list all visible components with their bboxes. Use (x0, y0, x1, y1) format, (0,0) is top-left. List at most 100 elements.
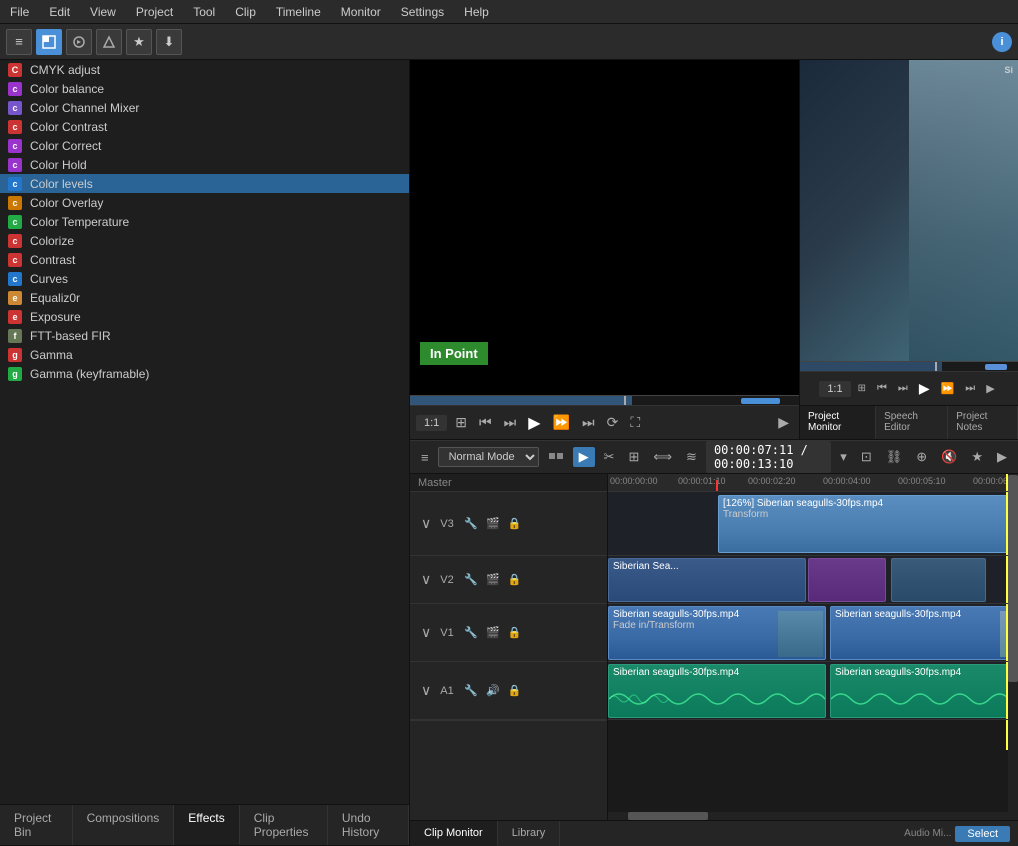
clip-v2-3[interactable] (891, 558, 986, 602)
proj-monitor-more[interactable]: ▶ (982, 380, 998, 397)
toolbar-info[interactable]: i (992, 32, 1012, 52)
project-monitor-ratio[interactable]: 1:1 (819, 381, 850, 397)
clip-monitor-loop[interactable]: ⟳ (603, 412, 623, 433)
clip-a1-2[interactable]: Siberian seagulls-30fps.mp4 (830, 664, 1008, 718)
clip-v1-2[interactable]: Siberian seagulls-30fps.mp4 (830, 606, 1008, 660)
track-v2-collapse[interactable]: ∨ (416, 569, 436, 590)
proj-monitor-resize[interactable]: ⊞ (854, 381, 870, 396)
clip-monitor-fullscreen[interactable]: ⛶ (626, 412, 644, 433)
menu-settings[interactable]: Settings (391, 3, 454, 21)
effects-list-item[interactable]: cColor Contrast (0, 117, 409, 136)
effects-list-item[interactable]: gGamma (0, 345, 409, 364)
effects-list-item[interactable]: eEqualiz0r (0, 288, 409, 307)
toolbar-project[interactable] (36, 29, 62, 55)
tab-effects[interactable]: Effects (174, 805, 239, 845)
effects-list-item[interactable]: cColor Channel Mixer (0, 98, 409, 117)
track-v1-visibility[interactable]: 🎬 (484, 625, 502, 640)
effects-list-item[interactable]: cColorize (0, 231, 409, 250)
effects-list-item[interactable]: CCMYK adjust (0, 60, 409, 79)
proj-monitor-in[interactable]: ⏮ (873, 380, 891, 397)
track-a1-collapse[interactable]: ∨ (416, 680, 436, 701)
tab-compositions[interactable]: Compositions (73, 805, 175, 845)
tab-project-bin[interactable]: Project Bin (0, 805, 73, 845)
hscrollbar[interactable] (608, 812, 1008, 820)
menu-clip[interactable]: Clip (225, 3, 266, 21)
clip-monitor-prev[interactable]: ⏭ (500, 412, 521, 433)
clip-monitor-play[interactable]: ▶ (524, 411, 544, 435)
menu-edit[interactable]: Edit (39, 3, 80, 21)
clip-v1-1[interactable]: Siberian seagulls-30fps.mp4 Fade in/Tran… (608, 606, 826, 660)
clip-v2-1[interactable]: Siberian Sea... (608, 558, 806, 602)
clip-monitor-end[interactable]: ⏭ (578, 412, 599, 433)
tab-undo-history[interactable]: Undo History (328, 805, 409, 845)
tl-btn-mute[interactable]: 🔇 (936, 447, 962, 467)
tab-clip-monitor-bottom[interactable]: Clip Monitor (410, 821, 498, 846)
tab-clip-properties[interactable]: Clip Properties (240, 805, 328, 845)
select-button[interactable]: Select (955, 826, 1010, 842)
track-v1-collapse[interactable]: ∨ (416, 622, 436, 643)
track-v1-mute[interactable]: 🔒 (506, 625, 524, 640)
effects-list-item[interactable]: cColor balance (0, 79, 409, 98)
toolbar-hamburger[interactable]: ≡ (6, 29, 32, 55)
proj-monitor-play[interactable]: ▶ (915, 378, 934, 399)
tl-btn-snap[interactable]: ⊕ (911, 447, 932, 467)
tl-btn-extend[interactable]: ⟺ (648, 447, 677, 467)
toolbar-audio[interactable] (66, 29, 92, 55)
effects-list-item[interactable]: cCurves (0, 269, 409, 288)
tl-btn-star[interactable]: ★ (966, 447, 988, 467)
tl-btn-arrow[interactable]: ▶ (573, 447, 595, 467)
clip-monitor-next[interactable]: ⏩ (549, 412, 574, 433)
track-v3-collapse[interactable]: ∨ (416, 513, 436, 534)
clip-a1-1[interactable]: Siberian seagulls-30fps.mp4 (608, 664, 826, 718)
tl-btn-ripple2[interactable]: ≋ (681, 447, 702, 467)
mode-select[interactable]: Normal Mode (438, 447, 539, 467)
effects-list-item[interactable]: cColor Correct (0, 136, 409, 155)
proj-monitor-next[interactable]: ⏩ (937, 380, 959, 397)
menu-project[interactable]: Project (126, 3, 183, 21)
clip-v3-1[interactable]: [126%] Siberian seagulls-30fps.mp4 Trans… (718, 495, 1008, 553)
tab-project-monitor[interactable]: Project Monitor (800, 406, 876, 439)
effects-list-item[interactable]: cColor Overlay (0, 193, 409, 212)
clip-monitor-ratio[interactable]: 1:1 (416, 415, 447, 431)
clip-v2-2[interactable] (808, 558, 886, 602)
effects-list-item[interactable]: cColor levels (0, 174, 409, 193)
track-a1-mute[interactable]: 🔒 (506, 683, 524, 698)
effects-list-item[interactable]: cContrast (0, 250, 409, 269)
tl-btn-ripple[interactable] (543, 446, 569, 469)
vscrollbar[interactable] (1008, 474, 1018, 820)
tab-speech-editor[interactable]: Speech Editor (876, 406, 948, 439)
tab-project-notes[interactable]: Project Notes (948, 406, 1018, 439)
tl-btn-dropdown[interactable]: ▾ (835, 447, 852, 467)
track-v2-visibility[interactable]: 🎬 (484, 572, 502, 587)
track-v3-visibility[interactable]: 🎬 (484, 516, 502, 531)
track-a1-lock[interactable]: 🔧 (462, 683, 480, 698)
tl-btn-more[interactable]: ▶ (992, 447, 1012, 467)
track-a1-volume[interactable]: 🔊 (484, 683, 502, 698)
tl-btn-cam[interactable]: ⊡ (856, 447, 877, 467)
toolbar-export[interactable]: ⬇ (156, 29, 182, 55)
effects-list-item[interactable]: eExposure (0, 307, 409, 326)
toolbar-effects[interactable] (96, 29, 122, 55)
menu-file[interactable]: File (0, 3, 39, 21)
clip-monitor-in[interactable]: ⏮ (475, 412, 496, 433)
effects-list-item[interactable]: cColor Temperature (0, 212, 409, 231)
effects-list-item[interactable]: cColor Hold (0, 155, 409, 174)
track-v2-lock[interactable]: 🔧 (462, 572, 480, 587)
menu-help[interactable]: Help (454, 3, 499, 21)
effects-list-item[interactable]: gGamma (keyframable) (0, 364, 409, 383)
tl-btn-splice[interactable]: ⊞ (624, 447, 645, 467)
toolbar-favorites[interactable]: ★ (126, 29, 152, 55)
track-v3-lock[interactable]: 🔧 (462, 516, 480, 531)
proj-monitor-prev[interactable]: ⏭ (894, 380, 912, 397)
track-v2-mute[interactable]: 🔒 (506, 572, 524, 587)
proj-monitor-end[interactable]: ⏭ (961, 380, 979, 397)
tab-library[interactable]: Library (498, 821, 561, 846)
track-v3-mute[interactable]: 🔒 (506, 516, 524, 531)
tl-btn-link[interactable]: ⛓ (881, 447, 908, 467)
track-v1-lock[interactable]: 🔧 (462, 625, 480, 640)
menu-view[interactable]: View (80, 3, 126, 21)
effects-list-item[interactable]: fFTT-based FIR (0, 326, 409, 345)
menu-timeline[interactable]: Timeline (266, 3, 331, 21)
tl-btn-cut[interactable]: ✂ (599, 447, 620, 467)
menu-monitor[interactable]: Monitor (331, 3, 391, 21)
